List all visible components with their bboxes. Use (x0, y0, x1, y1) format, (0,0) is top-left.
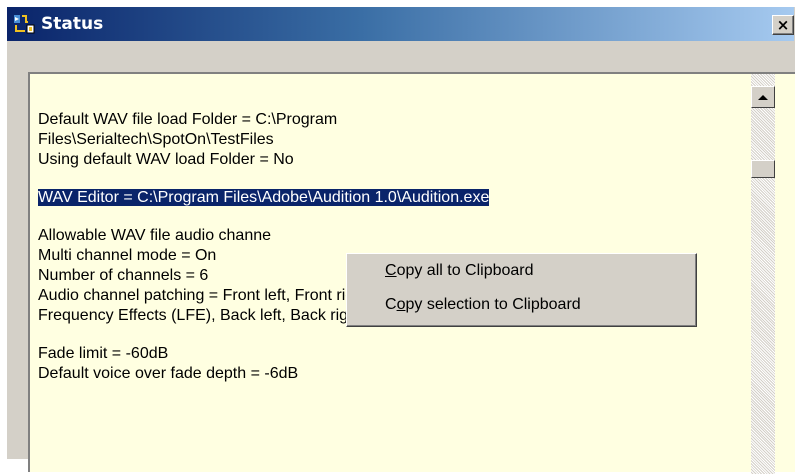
spoton-app-icon (14, 15, 35, 34)
arrow-up-icon (758, 94, 768, 100)
window-title: Status (41, 14, 104, 34)
menu-item-label: opy all to Clipboard (396, 262, 534, 279)
text-line: Default voice over fade depth = -6dB (38, 365, 299, 382)
menu-mnemonic: C (385, 262, 397, 279)
status-text-content: Default WAV file load Folder = C:\Progra… (38, 110, 744, 384)
text-line-selected: WAV Editor = C:\Program Files\Adobe\Audi… (38, 188, 744, 208)
vertical-scrollbar[interactable] (751, 74, 775, 474)
selected-text: WAV Editor = C:\Program Files\Adobe\Audi… (38, 189, 490, 206)
text-line: Default WAV file load Folder = C:\Progra… (38, 111, 338, 128)
scroll-up-button[interactable] (751, 86, 775, 108)
text-line: Fade limit = -60dB (38, 345, 169, 362)
text-line: Files\Serialtech\SpotOn\TestFiles (38, 131, 274, 148)
menu-item-label: py selection to Clipboard (405, 296, 581, 313)
text-line: Allowable WAV file audio channe (38, 227, 272, 244)
close-button[interactable]: × (772, 15, 794, 35)
close-icon: × (776, 15, 790, 34)
scroll-thumb[interactable] (751, 160, 775, 178)
copy-all-menu-item[interactable]: Copy all to Clipboard (385, 260, 534, 282)
title-bar[interactable]: Status (7, 7, 794, 41)
menu-item-label: C (385, 296, 397, 313)
status-window: Status × Default WAV file load Folder = … (6, 6, 795, 474)
context-menu: Copy all to Clipboard Copy selection to … (346, 253, 697, 327)
text-line: Using default WAV load Folder = No (38, 151, 294, 168)
copy-selection-menu-item[interactable]: Copy selection to Clipboard (385, 294, 581, 316)
